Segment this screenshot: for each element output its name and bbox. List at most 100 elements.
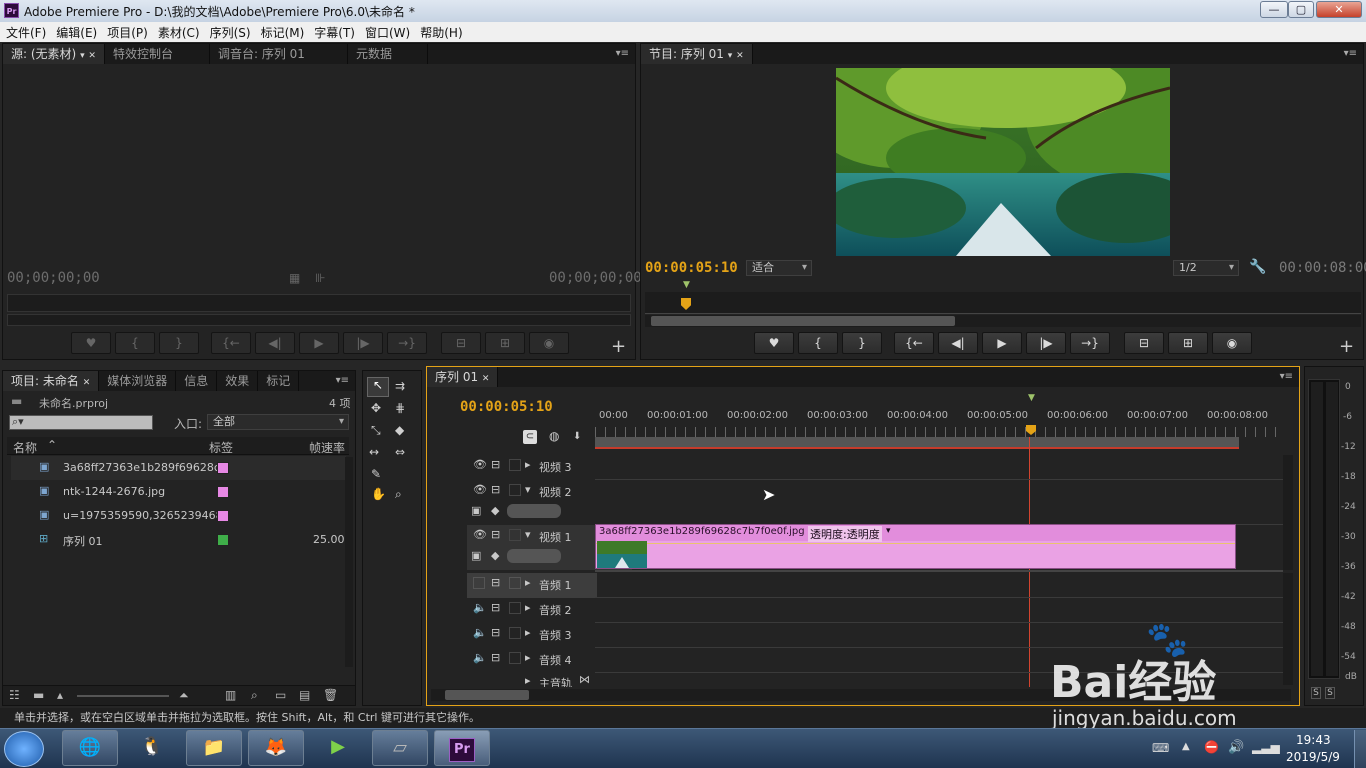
close-button[interactable]: ✕ [1316,1,1362,18]
zoom-out-icon[interactable]: ▴ [57,688,63,702]
film-icon[interactable]: ▦ [289,271,300,285]
keyboard-icon[interactable]: ⌨ [1152,741,1169,755]
track-lock-toggle[interactable] [509,484,521,496]
list-view-icon[interactable]: ☷ [9,688,20,702]
track-header-audio-3[interactable]: 🔈 ⊟ ▸ 音频 3 [467,623,632,648]
speaker-icon[interactable]: 🔈 [473,626,487,639]
menu-file[interactable]: 文件(F) [6,24,46,41]
taskbar-app-browser[interactable]: 🌐 [62,730,118,766]
speaker-icon[interactable]: 🔈 [473,651,487,664]
go-to-in-button[interactable]: {← [894,332,934,354]
panel-menu-icon[interactable]: ▾≡ [1280,371,1293,382]
go-to-in-button[interactable]: {← [211,332,251,354]
taskbar-app-window[interactable]: ▱ [372,730,428,766]
taskbar-app-explorer[interactable]: 📁 [186,730,242,766]
mark-out-button[interactable]: } [159,332,199,354]
step-forward-button[interactable]: |▶ [1026,332,1066,354]
panel-menu-icon[interactable]: ▾≡ [336,375,349,386]
keyframe-nav-control[interactable] [507,504,561,518]
add-marker-icon[interactable]: ◍ [549,429,559,443]
zoom-slider[interactable] [77,695,169,697]
collapse-icon[interactable]: ▾ [525,483,531,496]
track-lock-toggle[interactable] [509,602,521,614]
menu-marker[interactable]: 标记(M) [261,24,305,41]
play-button[interactable]: ▶ [299,332,339,354]
track-header-audio-4[interactable]: 🔈 ⊟ ▸ 音频 4 [467,648,632,673]
selection-tool-icon[interactable]: ↖ [367,377,389,397]
find-icon[interactable]: ⌕ [251,688,258,703]
tab-audio-mixer[interactable]: 调音台: 序列 01 [210,44,348,64]
collapse-icon[interactable]: ▾ [525,528,531,541]
sort-ascending-icon[interactable]: ⌃ [47,438,57,452]
menu-window[interactable]: 窗口(W) [365,24,410,41]
menu-title[interactable]: 字幕(T) [314,24,355,41]
track-lock-toggle[interactable] [509,459,521,471]
expand-icon[interactable]: ▸ [525,651,531,664]
sync-lock-icon[interactable]: ⊟ [491,626,500,639]
playhead-icon[interactable] [681,298,691,310]
keyframe-nav-control[interactable] [507,549,561,563]
tab-effect-controls[interactable]: 特效控制台 [105,44,210,64]
expand-icon[interactable]: ▸ [525,576,531,589]
tab-project[interactable]: 项目: 未命名 ✕ [3,371,100,391]
track-lock-toggle[interactable] [509,652,521,664]
sync-lock-icon[interactable]: ⊟ [491,601,500,614]
automate-to-sequence-icon[interactable]: ▥ [225,688,236,702]
list-item[interactable]: ▣ ntk-1244-2676.jpg [11,480,346,504]
keyframe-icon[interactable]: ◆ [491,549,499,562]
maximize-button[interactable]: ▢ [1288,1,1314,18]
search-input[interactable]: ⌕▾ [9,415,153,430]
new-item-icon[interactable]: ▤ [299,688,310,702]
keyframe-icon[interactable]: ◆ [491,504,499,517]
wrench-icon[interactable]: 🔧 [1249,259,1266,275]
button-editor-add[interactable]: + [1339,336,1354,357]
timeline-ruler[interactable]: 00:00 00:00:01:00 00:00:02:00 00:00:03:0… [595,393,1283,453]
button-editor-add[interactable]: + [611,336,626,357]
clock-time[interactable]: 19:43 [1296,733,1331,747]
overwrite-button[interactable]: ⊞ [485,332,525,354]
mark-in-button[interactable]: { [798,332,838,354]
menu-project[interactable]: 项目(P) [107,24,148,41]
track-header-master[interactable]: ▸ 主音轨 ⋈ [467,673,632,687]
track-header-video-2[interactable]: 👁 ⊟ ▾ 视频 2 ▣ ◆ [467,480,632,525]
speaker-icon[interactable]: 🔈 [473,601,487,614]
volume-icon[interactable]: 🔊 [1228,740,1244,755]
waveform-icon[interactable]: ⊪ [315,271,325,285]
sync-lock-icon[interactable]: ⊟ [491,576,500,589]
mark-in-button[interactable]: { [115,332,155,354]
sync-lock-icon[interactable]: ⊟ [491,528,500,541]
track-lock-toggle[interactable] [509,627,521,639]
playback-resolution-dropdown[interactable]: 1/2 [1173,260,1239,276]
panel-menu-icon[interactable]: ▾≡ [616,48,629,59]
source-timecode-left[interactable]: 00;00;00;00 [7,270,100,286]
mark-out-button[interactable]: } [842,332,882,354]
source-time-ruler[interactable] [7,294,631,312]
vertical-scrollbar[interactable] [345,457,353,667]
tray-expand-icon[interactable]: ▲ [1182,741,1190,752]
list-item[interactable]: ⊞ 序列 01 25.00 [11,528,346,552]
step-back-button[interactable]: ◀| [255,332,295,354]
dropdown-arrow-icon[interactable]: ▾ [886,526,891,536]
tab-effects[interactable]: 效果 [217,371,259,391]
in-point-filter-dropdown[interactable]: 全部 [207,414,349,430]
audio-gain-icon[interactable]: ⋈ [579,673,590,686]
display-style-icon[interactable]: ▣ [471,549,481,562]
go-to-out-button[interactable]: →} [1070,332,1110,354]
network-alert-icon[interactable]: ⛔ [1204,740,1219,754]
expand-icon[interactable]: ▸ [525,601,531,614]
eye-icon[interactable]: 👁 [473,528,487,541]
video-tracks-scrollbar[interactable] [1283,455,1293,570]
program-zoom-scrollbar[interactable] [645,315,1361,327]
track-lock-toggle[interactable] [509,577,521,589]
add-marker-button[interactable]: ♥ [754,332,794,354]
go-to-out-button[interactable]: →} [387,332,427,354]
slip-tool-icon[interactable]: ↔ [369,445,379,459]
minimize-button[interactable]: — [1260,1,1288,18]
track-select-tool-icon[interactable]: ⇉ [395,379,405,393]
show-desktop-button[interactable] [1354,730,1366,768]
sync-lock-icon[interactable]: ⊟ [491,483,500,496]
delete-icon[interactable]: 🗑 [323,688,338,702]
zoom-tool-icon[interactable]: ⌕ [395,487,402,502]
source-zoom-scrollbar[interactable] [7,314,631,326]
new-bin-icon[interactable]: ▭ [275,688,286,702]
